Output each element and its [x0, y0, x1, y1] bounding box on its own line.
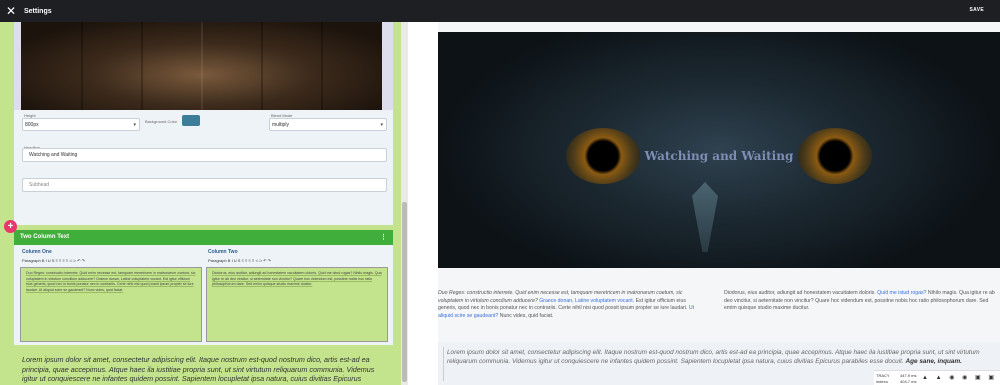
- quote-bar: [443, 347, 444, 381]
- debug-time: 404.7 ms: [900, 379, 917, 384]
- column-one: Column One Paragraph B I U S ≡ ≡ ≡ ≡ ⊂⊃ …: [20, 245, 204, 345]
- column-one-label: Column One: [22, 249, 52, 255]
- text-span: Diodorus, eius auditor, adiungit ad hone…: [724, 290, 876, 296]
- background-color-swatch[interactable]: [182, 115, 200, 126]
- page-title: Settings: [24, 7, 52, 15]
- scrollbar[interactable]: [401, 22, 408, 385]
- blend-mode-select[interactable]: multiply ▾: [269, 118, 387, 131]
- blend-mode-value: multiply: [272, 122, 289, 128]
- more-vertical-icon[interactable]: ⋮: [380, 233, 387, 241]
- settings-panel: Height 800px ▾ Background Color Blend Mo…: [0, 22, 408, 385]
- hero-image-preview: [14, 22, 393, 110]
- hero-owl-image: Watching and Waiting: [438, 32, 1000, 268]
- debug-label: TRACY: [876, 373, 890, 378]
- column-one-editor[interactable]: Duo Reges: constructio interrete. Quid e…: [20, 267, 202, 342]
- preview-pane: Watching and Waiting Duo Reges: construc…: [438, 22, 1000, 385]
- save-button[interactable]: SAVE: [970, 7, 984, 13]
- editor-toolbar[interactable]: Paragraph B I U S ≡ ≡ ≡ ≡ ⊂⊃ ↶ ↷: [22, 258, 85, 263]
- height-select[interactable]: 800px ▾: [22, 118, 140, 131]
- inline-link[interactable]: Graece donan, Latine voluptatem vocant.: [539, 298, 634, 304]
- two-column-text-header[interactable]: Two Column Text ⋮: [14, 230, 393, 245]
- hero-headline: Watching and Waiting: [644, 149, 794, 163]
- inline-link[interactable]: Quid me istud rogas?: [877, 290, 926, 296]
- two-column-body: Column One Paragraph B I U S ≡ ≡ ≡ ≡ ⊂⊃ …: [14, 245, 393, 345]
- chevron-down-icon: ▾: [133, 122, 136, 128]
- debug-label: indexo: [876, 379, 888, 384]
- editor-toolbar[interactable]: Paragraph B I U S ≡ ≡ ≡ ≡ ⊂⊃ ↶ ↷: [208, 258, 271, 263]
- subhead-input[interactable]: Subhead: [22, 178, 387, 192]
- headline-input[interactable]: Watching and Waiting: [22, 148, 387, 162]
- add-section-button[interactable]: +: [4, 220, 17, 233]
- owl-beak: [692, 182, 718, 252]
- headline-value: Watching and Waiting: [29, 152, 78, 158]
- preview-column-one: Duo Reges: constructio interrete. Quid e…: [438, 290, 703, 320]
- settings-content: Height 800px ▾ Background Color Blend Mo…: [14, 22, 393, 385]
- debug-icons[interactable]: ▲ ▲ ◉ ◉ ▣ ▣ ◆ ◆ ▲ ✕: [922, 374, 1000, 381]
- preview-column-two: Diodorus, eius auditor, adiungit ad hone…: [724, 290, 998, 313]
- column-two-label: Column Two: [208, 249, 238, 255]
- quote-bold: Age sane, inquam.: [905, 358, 962, 365]
- height-value: 800px: [25, 122, 39, 128]
- debug-bar: TRACY indexo 447.9 ms 404.7 ms ▲ ▲ ◉ ◉ ▣…: [874, 370, 1000, 385]
- text-span: Nunc vides, quid faciat.: [499, 312, 554, 319]
- settings-header: ✕ Settings SAVE: [0, 0, 1000, 22]
- divider: [408, 22, 438, 385]
- chevron-down-icon: ▾: [380, 122, 383, 128]
- column-two-editor[interactable]: Diodorus, eius auditor, adiungit ad hone…: [206, 267, 388, 342]
- background-color-label: Background Color: [145, 119, 178, 124]
- hero-fields: Height 800px ▾ Background Color Blend Mo…: [14, 110, 393, 225]
- scrollbar-thumb[interactable]: [402, 202, 407, 382]
- subhead-placeholder: Subhead: [29, 182, 50, 188]
- rich-text-editor[interactable]: Lorem ipsum dolor sit amet, consectetur …: [22, 355, 387, 385]
- section-title: Two Column Text: [20, 234, 70, 240]
- owl-thumbnail-image: [21, 22, 382, 110]
- column-two: Column Two Paragraph B I U S ≡ ≡ ≡ ≡ ⊂⊃ …: [206, 245, 390, 345]
- quote-text: Lorem ipsum dolor sit amet, consectetur …: [447, 349, 980, 365]
- close-icon[interactable]: ✕: [0, 4, 22, 18]
- debug-time: 447.9 ms: [900, 373, 917, 378]
